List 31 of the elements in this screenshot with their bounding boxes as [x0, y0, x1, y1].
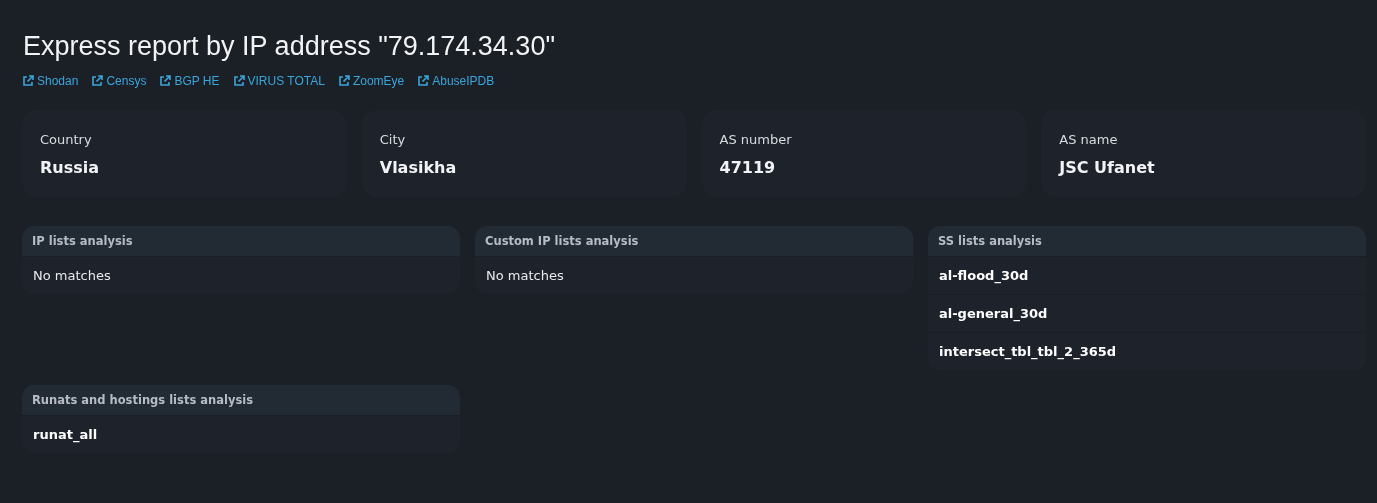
- external-link-icon: [232, 75, 245, 87]
- list-match: intersect_tbl_tbl_2_365d: [939, 344, 1117, 359]
- external-link-icon: [22, 75, 34, 87]
- page-title: Express report by IP address "79.174.34.30": [23, 30, 556, 63]
- external-link[interactable]: AbuseIPDB: [417, 74, 495, 88]
- panel-title: IP lists analysis: [32, 234, 133, 248]
- info-value: Russia: [40, 158, 100, 177]
- external-link[interactable]: BGP HE: [159, 74, 220, 88]
- info-value: JSC Ufanet: [1059, 158, 1155, 177]
- panel-title: SS lists analysis: [938, 234, 1042, 248]
- external-link[interactable]: Censys: [91, 74, 147, 88]
- no-matches-text: No matches: [33, 268, 111, 283]
- panel-title: Custom IP lists analysis: [485, 234, 639, 248]
- external-link-icon: [417, 75, 430, 87]
- external-link-icon: [91, 75, 104, 87]
- external-link[interactable]: Shodan: [22, 74, 79, 88]
- info-value: 47119: [719, 158, 776, 177]
- info-label: AS number: [719, 132, 792, 147]
- external-link[interactable]: VIRUS TOTAL: [232, 74, 325, 88]
- info-value: Vlasikha: [379, 158, 457, 177]
- info-label: City: [379, 132, 406, 147]
- external-link-icon: [159, 75, 172, 87]
- external-link-icon: [337, 75, 350, 87]
- panel-title: Runats and hostings lists analysis: [32, 393, 253, 407]
- info-label: Country: [40, 132, 92, 147]
- list-match: al-general_30d: [939, 306, 1048, 321]
- no-matches-text: No matches: [486, 268, 564, 283]
- external-link[interactable]: ZoomEye: [337, 74, 405, 88]
- info-label: AS name: [1059, 132, 1118, 147]
- list-match: runat_all: [33, 427, 98, 442]
- list-match: al-flood_30d: [939, 268, 1029, 283]
